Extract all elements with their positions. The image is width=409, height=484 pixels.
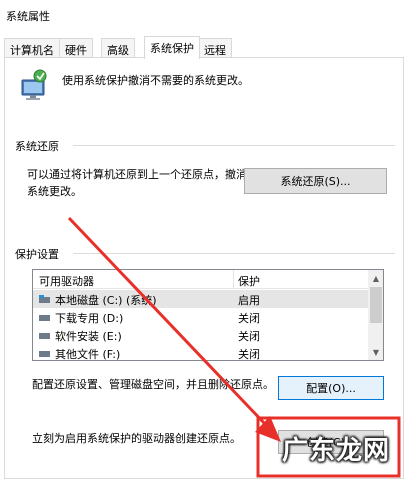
scroll-down-icon[interactable]: ▼ <box>368 344 383 360</box>
drive-icon <box>39 315 50 321</box>
drive-icon <box>39 351 50 357</box>
drive-row-c[interactable]: 本地磁盘 (C:) (系统) 启用 <box>33 290 368 308</box>
scroll-thumb[interactable] <box>370 287 382 323</box>
create-description: 立刻为启用系统保护的驱动器创建还原点。 <box>32 432 241 445</box>
drive-row-f[interactable]: 其他文件 (F:) 关闭 <box>33 344 368 360</box>
protection-group-divider <box>73 253 395 254</box>
drive-list-scrollbar[interactable]: ▲ ▼ <box>368 270 383 360</box>
title-bar[interactable]: 系统属性 <box>0 0 409 30</box>
column-protection[interactable]: 保护 <box>238 273 260 289</box>
system-drive-icon <box>39 295 50 303</box>
tab-strip: 计算机名 硬件 高级 系统保护 远程 <box>4 36 407 59</box>
drive-list-header: 可用驱动器 保护 <box>33 270 368 289</box>
scroll-up-icon[interactable]: ▲ <box>368 270 383 286</box>
watermark-text: 广东龙网 <box>282 436 391 466</box>
tab-system-protection[interactable]: 系统保护 <box>144 36 200 59</box>
drive-row-e[interactable]: 软件安装 (E:) 关闭 <box>33 326 368 344</box>
system-protection-panel: 使用系统保护撤消不需要的系统更改。 系统还原 可以通过将计算机还原到上一个还原点… <box>4 57 404 479</box>
tab-remote[interactable]: 远程 <box>198 38 232 58</box>
system-restore-button[interactable]: 系统还原(S)... <box>244 168 387 194</box>
protection-group-title: 保护设置 <box>15 248 59 261</box>
configure-button[interactable]: 配置(O)... <box>278 376 384 400</box>
drive-list[interactable]: 可用驱动器 保护 本地磁盘 (C:) (系统) 启用 下载专用 (D:) 关闭 … <box>32 269 384 361</box>
restore-group-divider <box>73 145 395 146</box>
drive-icon <box>39 333 50 339</box>
drive-row-d[interactable]: 下载专用 (D:) 关闭 <box>33 308 368 326</box>
tab-computer-name[interactable]: 计算机名 <box>4 38 60 58</box>
intro-text: 使用系统保护撤消不需要的系统更改。 <box>62 74 249 87</box>
restore-group-title: 系统还原 <box>15 140 59 153</box>
system-protect-icon <box>21 69 47 100</box>
configure-description: 配置还原设置、管理磁盘空间，并且删除还原点。 <box>32 378 274 391</box>
tab-advanced[interactable]: 高级 <box>101 38 135 58</box>
window-title: 系统属性 <box>6 10 50 23</box>
restore-description: 可以通过将计算机还原到上一个还原点，撤消 系统更改。 <box>27 168 247 198</box>
system-properties-window: 系统属性 计算机名 硬件 高级 系统保护 远程 使用系统保护撤消不需要的系统更改… <box>0 0 409 484</box>
column-drive[interactable]: 可用驱动器 <box>39 273 94 289</box>
tab-hardware[interactable]: 硬件 <box>59 38 93 58</box>
